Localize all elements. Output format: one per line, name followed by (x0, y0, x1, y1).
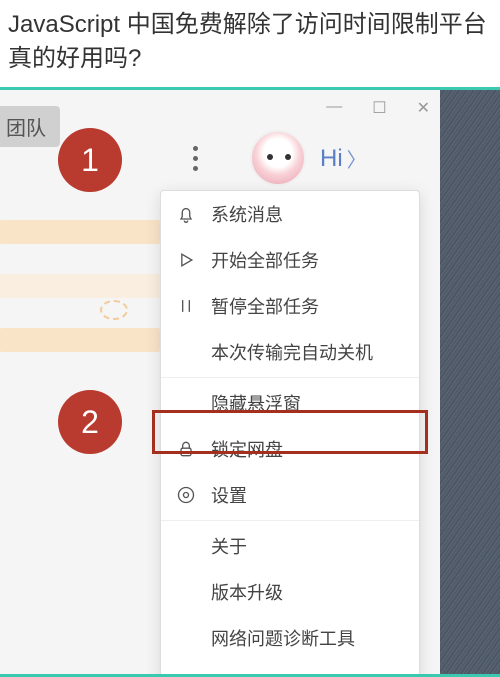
blank-icon (175, 627, 197, 649)
menu-item-hide-float[interactable]: 隐藏悬浮窗 (161, 380, 419, 426)
menu-item-lock-disk[interactable]: 锁定网盘 (161, 426, 419, 472)
blank-icon (175, 392, 197, 414)
window-maximize[interactable]: ☐ (372, 98, 386, 118)
step-badge-2: 2 (58, 390, 122, 454)
menu-item-label: 网络问题诊断工具 (211, 625, 355, 651)
menu-item-system-messages[interactable]: 系统消息 (161, 191, 419, 237)
menu-item-about[interactable]: 关于 (161, 523, 419, 569)
decorative-texture (440, 90, 500, 674)
app-window: — ☐ ✕ 团队 1 2 Hi 〉 系统消息 开始全部任务 (0, 87, 500, 677)
menu-item-pause-all[interactable]: 暂停全部任务 (161, 283, 419, 329)
menu-divider (161, 377, 419, 378)
feedback-icon (175, 673, 197, 677)
blank-icon (175, 581, 197, 603)
team-tab[interactable]: 团队 (0, 106, 60, 147)
menu-item-network-diag[interactable]: 网络问题诊断工具 (161, 615, 419, 661)
play-icon (175, 249, 197, 271)
user-avatar[interactable] (250, 130, 306, 186)
menu-item-label: 版本升级 (211, 579, 283, 605)
blank-icon (175, 341, 197, 363)
lock-icon (175, 438, 197, 460)
menu-item-label: 系统消息 (211, 201, 283, 227)
pause-icon (175, 295, 197, 317)
menu-item-label: 本次传输完自动关机 (211, 339, 373, 365)
window-minimize[interactable]: — (326, 98, 342, 118)
menu-item-upgrade[interactable]: 版本升级 (161, 569, 419, 615)
menu-item-label: 暂停全部任务 (211, 293, 319, 319)
kebab-icon (193, 156, 198, 161)
menu-item-label: 设置 (211, 482, 247, 508)
chevron-right-icon: 〉 (347, 144, 367, 173)
bell-icon (175, 203, 197, 225)
window-close[interactable]: ✕ (417, 98, 430, 118)
kebab-icon (193, 146, 198, 151)
more-menu-button[interactable] (175, 138, 215, 178)
blank-icon (175, 535, 197, 557)
decorative-stripes (0, 220, 160, 382)
menu-item-start-all[interactable]: 开始全部任务 (161, 237, 419, 283)
greeting[interactable]: Hi 〉 (320, 144, 367, 173)
page-question: JavaScript 中国免费解除了访问时间限制平台真的好用吗? (0, 0, 500, 87)
menu-item-label: 锁定网盘 (211, 436, 283, 462)
menu-item-label: 问题反馈 (211, 671, 283, 677)
menu-item-label: 关于 (211, 533, 247, 559)
window-controls: — ☐ ✕ (326, 98, 430, 118)
menu-item-feedback[interactable]: 问题反馈 (161, 661, 419, 677)
menu-item-settings[interactable]: 设置 (161, 472, 419, 518)
step-badge-1: 1 (58, 128, 122, 192)
menu-item-auto-shutdown[interactable]: 本次传输完自动关机 (161, 329, 419, 375)
gear-icon (175, 484, 197, 506)
menu-item-label: 开始全部任务 (211, 247, 319, 273)
dropdown-menu: 系统消息 开始全部任务 暂停全部任务 本次传输完自动关机 隐藏悬浮窗 (160, 190, 420, 677)
menu-item-label: 隐藏悬浮窗 (211, 390, 301, 416)
kebab-icon (193, 166, 198, 171)
hi-label: Hi (320, 145, 343, 173)
menu-divider (161, 520, 419, 521)
